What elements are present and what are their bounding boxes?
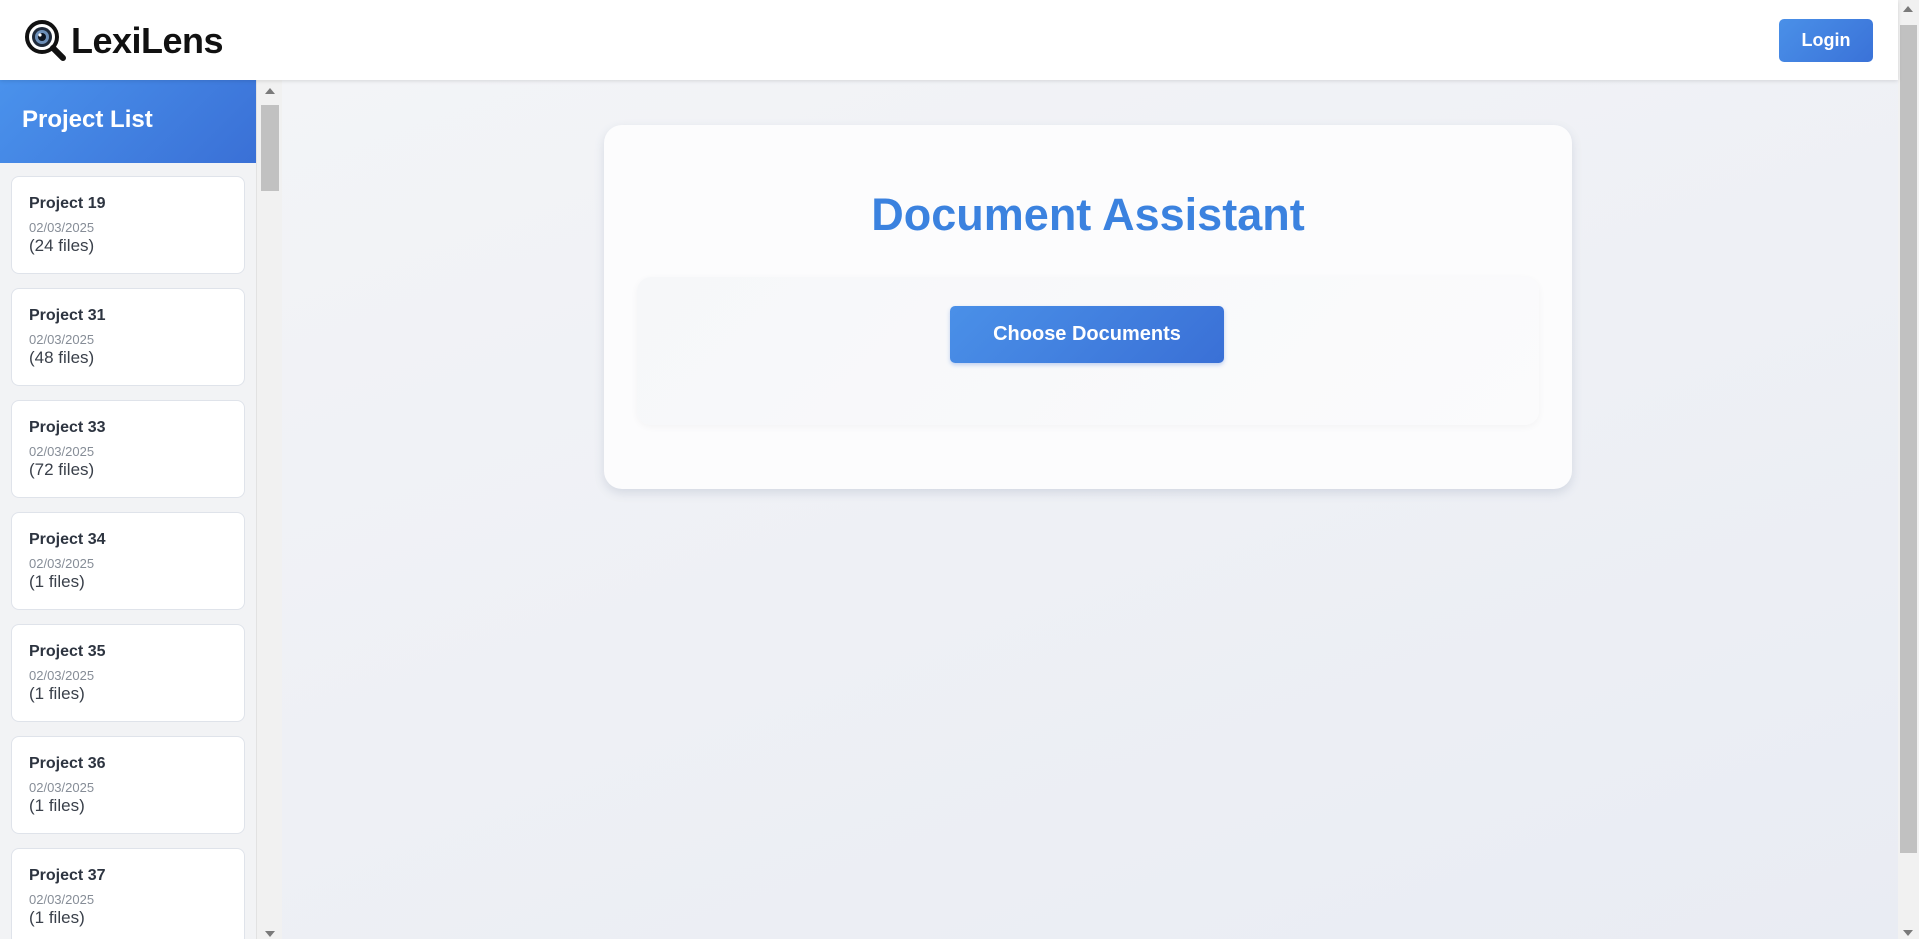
project-name: Project 19 xyxy=(29,195,106,212)
project-date: 02/03/2025 xyxy=(29,892,95,907)
project-file-count: (1 files) xyxy=(29,572,85,591)
page-scrollbar[interactable] xyxy=(1898,0,1919,939)
logo[interactable]: LexiLens xyxy=(24,19,224,63)
project-card[interactable]: Project 35 02/03/2025 (1 files) xyxy=(11,624,245,722)
project-card[interactable]: Project 37 02/03/2025 (1 files) xyxy=(11,848,245,939)
project-sidebar: Project List Project 19 02/03/2025 (24 f… xyxy=(0,80,282,939)
upload-panel: Choose Documents xyxy=(637,277,1539,425)
project-card[interactable]: Project 19 02/03/2025 (24 files) xyxy=(11,176,245,274)
project-file-count: (48 files) xyxy=(29,348,95,367)
project-file-count: (24 files) xyxy=(29,236,95,255)
page-title: Document Assistant xyxy=(871,189,1305,240)
project-file-count: (1 files) xyxy=(29,908,85,927)
project-name: Project 35 xyxy=(29,643,106,660)
project-date: 02/03/2025 xyxy=(29,668,95,683)
page-scroll-thumb[interactable] xyxy=(1900,25,1917,853)
project-date: 02/03/2025 xyxy=(29,332,95,347)
main-area: Document Assistant Choose Documents xyxy=(282,80,1898,939)
choose-documents-button[interactable]: Choose Documents xyxy=(950,306,1224,363)
project-file-count: (1 files) xyxy=(29,796,85,815)
project-name: Project 36 xyxy=(29,755,106,772)
project-name: Project 31 xyxy=(29,307,106,324)
scroll-down-arrow-icon[interactable] xyxy=(265,931,275,937)
project-name: Project 37 xyxy=(29,867,106,884)
scroll-down-arrow-icon[interactable] xyxy=(1903,930,1913,936)
sidebar-title: Project List xyxy=(22,106,153,133)
project-card[interactable]: Project 36 02/03/2025 (1 files) xyxy=(11,736,245,834)
document-assistant-card: Document Assistant Choose Documents xyxy=(604,125,1572,489)
scroll-up-arrow-icon[interactable] xyxy=(265,88,275,94)
magnifier-eye-icon xyxy=(24,19,68,63)
project-name: Project 34 xyxy=(29,531,106,548)
project-name: Project 33 xyxy=(29,419,106,436)
project-card[interactable]: Project 33 02/03/2025 (72 files) xyxy=(11,400,245,498)
project-date: 02/03/2025 xyxy=(29,780,95,795)
sidebar-scroll-thumb[interactable] xyxy=(261,105,279,191)
app-header: LexiLens Login xyxy=(0,0,1898,80)
project-file-count: (72 files) xyxy=(29,460,95,479)
project-file-count: (1 files) xyxy=(29,684,85,703)
scroll-up-arrow-icon[interactable] xyxy=(1903,6,1913,12)
project-date: 02/03/2025 xyxy=(29,556,95,571)
sidebar-scrollbar[interactable] xyxy=(256,80,282,939)
logo-text: LexiLens xyxy=(71,20,224,61)
project-card[interactable]: Project 34 02/03/2025 (1 files) xyxy=(11,512,245,610)
project-date: 02/03/2025 xyxy=(29,220,95,235)
project-card[interactable]: Project 31 02/03/2025 (48 files) xyxy=(11,288,245,386)
sidebar-header: Project List xyxy=(0,80,256,163)
project-date: 02/03/2025 xyxy=(29,444,95,459)
login-button[interactable]: Login xyxy=(1779,19,1873,62)
